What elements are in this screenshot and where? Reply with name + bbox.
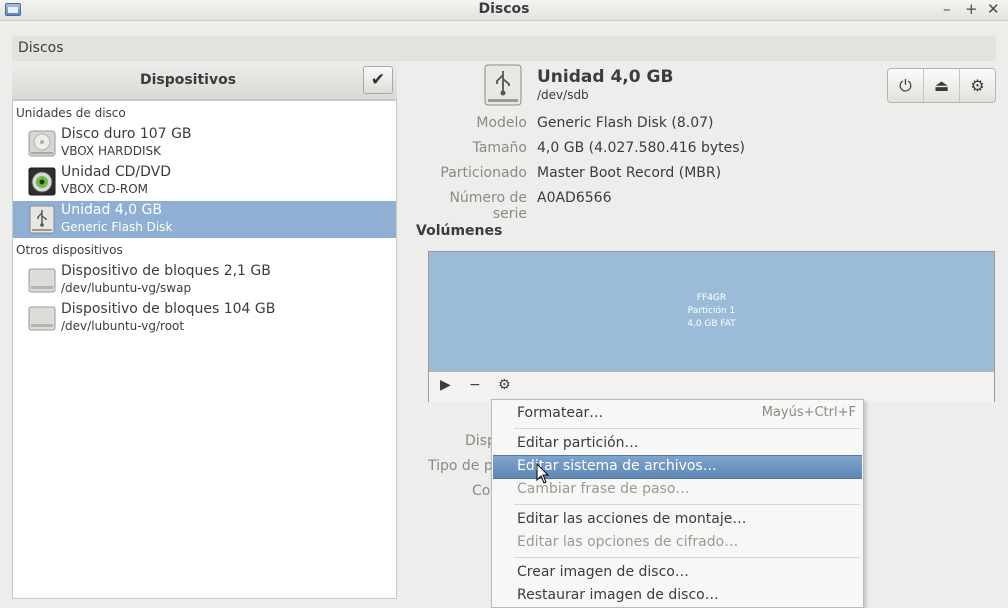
menu-item-label: Editar las acciones de montaje…	[517, 511, 747, 527]
menu-item-accelerator: Mayús+Ctrl+F	[761, 405, 856, 420]
close-icon[interactable]: ✕	[987, 0, 1000, 18]
checkmark-icon: ✔	[370, 70, 386, 90]
volumes-header: Volúmenes	[416, 223, 503, 239]
menu-item-encryption-options[interactable]: Editar las opciones de cifrado…	[493, 531, 862, 553]
serial-label: Número de serie	[449, 190, 527, 222]
device-row-hdd[interactable]: Disco duro 107 GB VBOX HARDDISK	[13, 125, 396, 162]
volume-map: FF4GR Partición 1 4,0 GB FAT ▶ − ⚙	[428, 251, 995, 402]
partition-gear-icon[interactable]: ⚙	[498, 377, 511, 393]
partitioning-value: Master Boot Record (MBR)	[537, 165, 722, 181]
window-title: Discos	[478, 1, 530, 17]
section-disk-drives: Unidades de disco	[16, 106, 126, 120]
model-label: Modelo	[476, 115, 527, 131]
eject-button[interactable]: ⏏	[924, 69, 960, 102]
devices-header: Dispositivos ✔	[12, 62, 397, 100]
device-path: /dev/sdb	[537, 88, 589, 102]
size-label: Tamaño	[472, 140, 527, 156]
menu-item-edit-partition[interactable]: Editar partición…	[493, 432, 862, 454]
partition-1-block[interactable]: FF4GR Partición 1 4,0 GB FAT	[429, 252, 994, 371]
select-mode-button[interactable]: ✔	[363, 66, 393, 94]
partitioning-label: Particionado	[440, 165, 527, 181]
power-off-button[interactable]: ⏻	[888, 69, 924, 102]
power-icon: ⏻	[899, 76, 912, 95]
menu-item-label: Formatear…	[517, 405, 604, 421]
contents-label-partial: Co	[472, 483, 491, 499]
serial-value: A0AD6566	[537, 190, 612, 206]
device-subtitle: /dev/lubuntu-vg/swap	[61, 281, 192, 295]
menu-item-mount-options[interactable]: Editar las acciones de montaje…	[493, 508, 862, 530]
device-name: Disco duro 107 GB	[61, 126, 192, 142]
device-row-swap[interactable]: Dispositivo de bloques 2,1 GB /dev/lubun…	[13, 262, 396, 299]
block-device-icon	[28, 306, 56, 331]
menu-separator	[514, 428, 860, 429]
partition-type-label-partial: Tipo de p	[428, 458, 493, 474]
gear-icon: ⚙	[970, 76, 985, 95]
device-subtitle: Generic Flash Disk	[61, 220, 173, 234]
menu-item-label: Editar las opciones de cifrado…	[517, 534, 739, 550]
devices-title: Dispositivos	[139, 72, 237, 88]
volume-toolbar: ▶ − ⚙	[429, 371, 994, 402]
partition-size-fs: 4,0 GB FAT	[687, 319, 736, 329]
section-other-devices: Otros dispositivos	[16, 243, 123, 257]
device-title: Unidad 4,0 GB	[537, 67, 674, 87]
hard-disk-icon	[28, 130, 56, 157]
usb-drive-icon	[29, 205, 55, 234]
device-name: Unidad 4,0 GB	[61, 202, 162, 218]
usb-drive-large-icon	[484, 64, 522, 106]
menu-separator	[514, 504, 860, 505]
menu-item-label: Crear imagen de disco…	[517, 564, 689, 580]
model-value: Generic Flash Disk (8.07)	[537, 115, 714, 131]
device-name: Dispositivo de bloques 2,1 GB	[61, 263, 271, 279]
drive-options-button[interactable]: ⚙	[960, 69, 995, 102]
device-subtitle: VBOX HARDDISK	[61, 144, 162, 158]
device-row-usb[interactable]: Unidad 4,0 GB Generic Flash Disk	[13, 201, 396, 238]
menu-item-label: Restaurar imagen de disco…	[517, 587, 719, 603]
device-list: Unidades de disco Disco duro 107 GB VBOX…	[12, 100, 397, 599]
device-subtitle: VBOX CD-ROM	[61, 182, 149, 196]
size-value: 4,0 GB (4.027.580.416 bytes)	[537, 140, 745, 156]
partition-context-menu: Formatear… Mayús+Ctrl+F Editar partición…	[491, 399, 864, 608]
title-bar: Discos – + ✕	[0, 0, 1008, 21]
device-name: Unidad CD/DVD	[61, 164, 171, 180]
menu-item-label: Editar partición…	[517, 435, 639, 451]
device-subtitle: /dev/lubuntu-vg/root	[61, 319, 185, 333]
partition-label: FF4GR	[696, 293, 727, 303]
menu-item-create-image[interactable]: Crear imagen de disco…	[493, 561, 862, 583]
block-device-icon	[28, 268, 56, 293]
device-toolbar: ⏻ ⏏ ⚙	[887, 68, 996, 103]
minimize-icon[interactable]: –	[943, 0, 951, 18]
device-name: Dispositivo de bloques 104 GB	[61, 301, 276, 317]
maximize-icon[interactable]: +	[965, 0, 978, 18]
device-row-cdrom[interactable]: Unidad CD/DVD VBOX CD-ROM	[13, 163, 396, 200]
menu-discos[interactable]: Discos	[18, 40, 64, 56]
delete-partition-icon[interactable]: −	[469, 377, 481, 393]
menu-item-format[interactable]: Formatear… Mayús+Ctrl+F	[493, 402, 862, 424]
device-row-root[interactable]: Dispositivo de bloques 104 GB /dev/lubun…	[13, 300, 396, 337]
optical-drive-icon	[28, 167, 56, 196]
menu-separator	[514, 557, 860, 558]
partition-name: Partición 1	[687, 306, 736, 316]
menu-bar: Discos	[12, 36, 996, 61]
mount-play-icon[interactable]: ▶	[440, 377, 451, 393]
menu-item-restore-image[interactable]: Restaurar imagen de disco…	[493, 584, 862, 606]
eject-icon: ⏏	[933, 76, 950, 95]
mouse-pointer-icon	[536, 463, 550, 484]
